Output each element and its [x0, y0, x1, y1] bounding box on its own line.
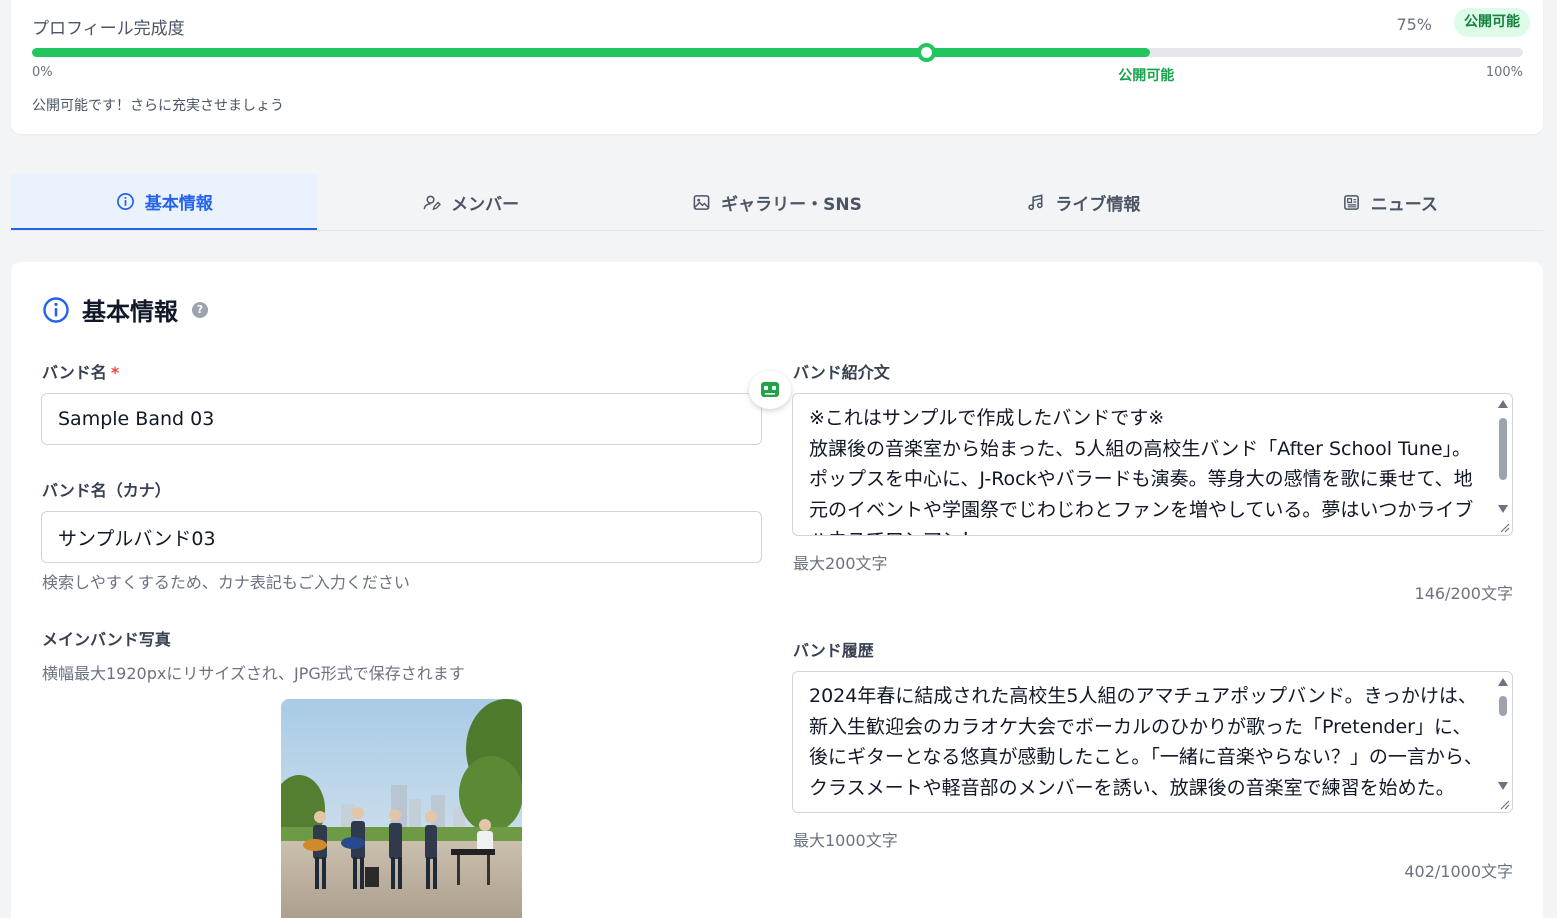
main-band-photo[interactable]: [281, 699, 522, 918]
section-header: 基本情報 ?: [42, 292, 208, 327]
required-mark: *: [110, 363, 120, 382]
intro-text: ※これはサンプルで作成したバンドです※ 放課後の音楽室から始まった、5人組の高校…: [809, 407, 1474, 535]
tab-label: ギャラリー・SNS: [721, 194, 862, 215]
image-icon: [693, 194, 710, 210]
history-max-hint: 最大1000文字: [793, 831, 898, 850]
tab-members[interactable]: メンバー: [317, 174, 623, 230]
scroll-thumb[interactable]: [1499, 418, 1507, 480]
band-name-kana-label: バンド名（カナ）: [42, 481, 171, 500]
info-icon: [43, 296, 69, 323]
tick-end-label: 100%: [1485, 65, 1523, 80]
scroll-down-icon[interactable]: [1498, 782, 1508, 790]
tab-bar: 基本情報 メンバー ギャラリー・SNS ライブ情報 ニュース: [11, 174, 1543, 231]
band-name-kana-hint: 検索しやすくするため、カナ表記もご入力ください: [42, 573, 410, 592]
scroll-up-icon[interactable]: [1498, 400, 1508, 408]
completion-progress-bar: [32, 43, 1523, 62]
band-name-label-text: バンド名: [42, 363, 107, 382]
main-photo-label: メインバンド写真: [42, 630, 171, 649]
basic-info-card: 基本情報 ? バンド名 * Sample Band 03 バンド名（カナ） サンプ…: [11, 262, 1543, 918]
info-icon: [116, 192, 134, 210]
tab-news[interactable]: ニュース: [1237, 174, 1543, 230]
band-name-input[interactable]: Sample Band 03: [41, 393, 762, 445]
band-photo-image: [281, 699, 522, 918]
intro-textarea[interactable]: ※これはサンプルで作成したバンドです※ 放課後の音楽室から始まった、5人組の高校…: [792, 393, 1513, 536]
tab-label: ニュース: [1370, 194, 1438, 215]
progress-marker: [917, 43, 937, 62]
intro-label: バンド紹介文: [793, 363, 890, 382]
band-name-kana-input[interactable]: サンプルバンド03: [41, 511, 762, 563]
history-text: 2024年春に結成された高校生5人組のアマチュアポップバンド。きっかけは、新入生…: [809, 685, 1483, 799]
history-label: バンド履歴: [793, 641, 874, 660]
tab-label: 基本情報: [144, 193, 213, 214]
resize-handle-icon[interactable]: [1498, 521, 1510, 533]
intro-scrollbar[interactable]: [1496, 396, 1510, 515]
history-scrollbar[interactable]: [1496, 674, 1510, 792]
completion-note: 公開可能です！さらに充実させましょう: [32, 98, 284, 114]
ai-assist-button[interactable]: [749, 371, 791, 409]
user-edit-icon: [423, 195, 442, 210]
tick-start-label: 0%: [32, 65, 53, 80]
tab-gallery-sns[interactable]: ギャラリー・SNS: [624, 174, 930, 230]
scroll-thumb[interactable]: [1499, 696, 1507, 716]
profile-completion-card: プロフィール完成度 75% 公開可能 0% 公開可能 100% 公開可能です！さ…: [11, 0, 1543, 134]
scroll-down-icon[interactable]: [1498, 505, 1508, 513]
completion-percent: 75%: [1396, 15, 1432, 34]
help-icon[interactable]: ?: [192, 301, 208, 318]
band-name-label: バンド名 *: [42, 359, 119, 383]
completion-title: プロフィール完成度: [32, 19, 185, 39]
newspaper-icon: [1343, 194, 1359, 210]
tab-live-info[interactable]: ライブ情報: [930, 174, 1236, 230]
tick-publish-label: 公開可能: [1118, 68, 1175, 84]
tab-label: ライブ情報: [1055, 194, 1141, 215]
progress-fill: [32, 48, 1151, 57]
intro-max-hint: 最大200文字: [793, 554, 888, 573]
robot-icon: [761, 382, 779, 397]
history-textarea[interactable]: 2024年春に結成された高校生5人組のアマチュアポップバンド。きっかけは、新入生…: [792, 671, 1513, 813]
intro-char-counter: 146/200文字: [1414, 584, 1513, 603]
scroll-up-icon[interactable]: [1498, 678, 1508, 686]
tab-label: メンバー: [451, 194, 520, 215]
tab-basic-info[interactable]: 基本情報: [11, 174, 318, 230]
music-note-icon: [1028, 193, 1044, 210]
resize-handle-icon[interactable]: [1498, 798, 1510, 810]
status-badge: 公開可能: [1454, 8, 1530, 37]
history-char-counter: 402/1000文字: [1404, 862, 1513, 881]
main-photo-hint: 横幅最大1920pxにリサイズされ、JPG形式で保存されます: [42, 664, 465, 683]
section-title: 基本情報: [82, 298, 178, 326]
